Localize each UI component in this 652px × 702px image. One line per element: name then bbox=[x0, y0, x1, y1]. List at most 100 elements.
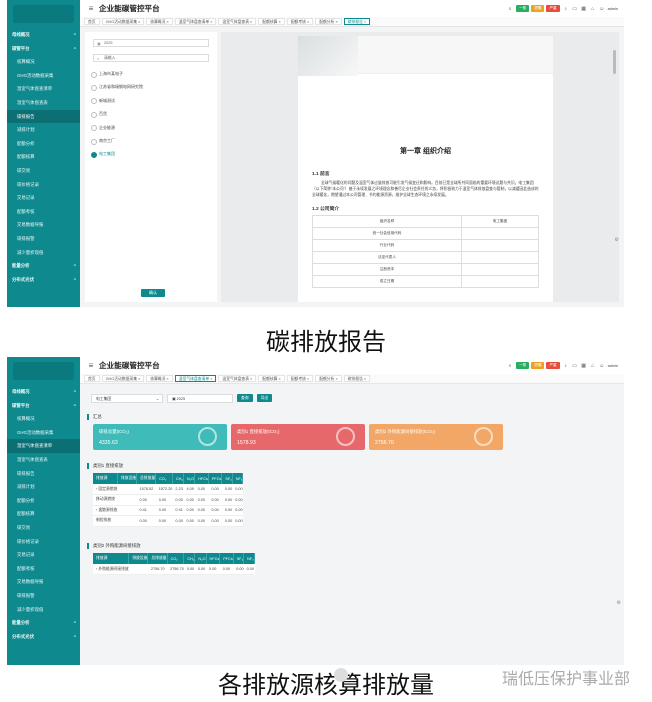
sidebar-item[interactable]: 减排计划 bbox=[7, 480, 80, 494]
menu-toggle-icon[interactable]: ≡ bbox=[86, 4, 96, 14]
tab[interactable]: GHG活动数据采集 × bbox=[101, 375, 145, 382]
org-item[interactable]: 百货 bbox=[85, 107, 217, 120]
lock-icon[interactable]: ⌂ bbox=[590, 6, 596, 12]
sidebar-item[interactable]: 配额分析 bbox=[7, 137, 80, 151]
sidebar-item[interactable]: 碳价格记录 bbox=[7, 178, 80, 192]
sidebar-item[interactable]: 配额考核 bbox=[7, 205, 80, 219]
tab[interactable]: 碳排报告 × bbox=[343, 375, 371, 382]
sidebar-item[interactable]: 交易数据导报 bbox=[7, 575, 80, 589]
org-item[interactable]: 新城测试 bbox=[85, 94, 217, 107]
settings-icon[interactable]: ⚙ bbox=[617, 600, 621, 606]
table-row[interactable]: 制程排放 0.00 0.00 0.00 0.00 0.00 0.00 0.00 0.00 bbox=[93, 515, 243, 527]
alarm-badge[interactable]: 一般 bbox=[516, 362, 530, 369]
alarm-badge[interactable]: 提醒 bbox=[531, 362, 545, 369]
sidebar-item[interactable]: 交易数据导报 bbox=[7, 218, 80, 232]
sidebar-item[interactable]: 碳价格记录 bbox=[7, 535, 80, 549]
tab[interactable]: 核算概况 × bbox=[146, 18, 173, 25]
search-icon[interactable]: ⌕ bbox=[507, 363, 513, 369]
monitor-icon[interactable]: ▭ bbox=[572, 363, 578, 369]
sidebar-item[interactable]: 碳管平台 bbox=[7, 42, 80, 56]
sidebar-item[interactable]: 温室气体盘查清单 bbox=[7, 439, 80, 453]
sidebar-item[interactable]: 减少量折现值 bbox=[7, 246, 80, 260]
org-item[interactable]: 企业能源 bbox=[85, 121, 217, 134]
sound-icon[interactable]: ♪ bbox=[563, 6, 569, 12]
year-picker[interactable]: ▣ 2025 bbox=[93, 39, 209, 47]
sidebar-item[interactable]: 分布式光伏 bbox=[7, 630, 80, 644]
tab[interactable]: 配额核算 × bbox=[258, 18, 285, 25]
sidebar-item[interactable]: 碳交易 bbox=[7, 521, 80, 535]
sidebar-item[interactable]: 碳排报警 bbox=[7, 232, 80, 246]
sidebar-item[interactable]: 碳排报告 bbox=[7, 467, 80, 481]
username[interactable]: admin bbox=[608, 7, 618, 11]
grid-icon[interactable]: ▦ bbox=[581, 363, 587, 369]
user-icon[interactable]: ☺ bbox=[599, 363, 605, 369]
sidebar-item[interactable]: 减少量折现值 bbox=[7, 603, 80, 617]
table-row[interactable]: › 逸散源排放 0.41 0.00 0.41 0.00 0.00 0.00 0.00 0.00 bbox=[93, 505, 243, 516]
org-search-input[interactable]: ⌕ 请输入 bbox=[93, 54, 209, 62]
sidebar-item[interactable]: 碳交易 bbox=[7, 164, 80, 178]
grid-icon[interactable]: ▦ bbox=[581, 6, 587, 12]
sidebar-item[interactable]: 配额核算 bbox=[7, 150, 80, 164]
tab[interactable]: 温室气体盘查表 × bbox=[218, 375, 257, 382]
sidebar-item[interactable]: 碳排报告 bbox=[7, 109, 80, 124]
tab[interactable]: 配额核算 × bbox=[258, 375, 285, 382]
sidebar-item[interactable]: 温室气体盘查表 bbox=[7, 453, 80, 467]
sidebar-item[interactable]: 核算概况 bbox=[7, 412, 80, 426]
table-row[interactable]: 移动源燃烧 0.00 0.00 0.00 0.00 0.00 0.00 0.00 0.00 bbox=[93, 494, 243, 506]
scrollbar[interactable] bbox=[613, 50, 616, 74]
tab[interactable]: GHG活动数据采集 × bbox=[101, 18, 145, 25]
table-row[interactable]: › 固定源燃烧 1578.52 1572.20 2.23 4.09 0.00 0.00 0.0… bbox=[93, 484, 243, 495]
sidebar-item[interactable]: 能量分析 bbox=[7, 259, 80, 273]
org-item[interactable]: 电工集团 bbox=[85, 147, 217, 160]
export-button[interactable]: 导出 bbox=[256, 394, 273, 402]
tab[interactable]: 首页 bbox=[84, 375, 100, 382]
sidebar-item[interactable]: 母线概况 bbox=[7, 28, 80, 42]
sidebar-item[interactable]: 配额核算 bbox=[7, 507, 80, 521]
sound-icon[interactable]: ♪ bbox=[563, 363, 569, 369]
username[interactable]: admin bbox=[608, 364, 618, 368]
tab[interactable]: 温室气体盘查清单 × bbox=[174, 18, 217, 25]
sidebar-item[interactable]: 温室气体盘查表 bbox=[7, 96, 80, 110]
org-item[interactable]: 上海市某电子 bbox=[85, 67, 217, 80]
alarm-badge[interactable]: 一般 bbox=[516, 5, 530, 12]
sidebar-item[interactable]: 交易记录 bbox=[7, 191, 80, 205]
org-select[interactable]: 电工集团 ⌄ bbox=[91, 393, 163, 403]
sidebar-item[interactable]: 母线概况 bbox=[7, 385, 80, 399]
tab[interactable]: 配额考核 × bbox=[286, 375, 314, 382]
search-icon[interactable]: ⌕ bbox=[507, 6, 513, 12]
alarm-badge[interactable]: 严重 bbox=[546, 5, 560, 12]
org-item[interactable]: 南京工厂 bbox=[85, 134, 217, 147]
sidebar-item[interactable]: GHG活动数据采集 bbox=[7, 426, 80, 440]
monitor-icon[interactable]: ▭ bbox=[572, 6, 578, 12]
confirm-button[interactable]: 确认 bbox=[141, 289, 165, 297]
settings-icon[interactable]: ⚙ bbox=[615, 237, 619, 243]
sidebar-item[interactable]: 碳排报警 bbox=[7, 589, 80, 603]
tab[interactable]: 配额考核 × bbox=[286, 18, 314, 25]
sidebar-item[interactable]: 碳管平台 bbox=[7, 399, 80, 413]
sidebar-item[interactable]: 分布式光伏 bbox=[7, 273, 80, 287]
tab[interactable]: 首页 bbox=[84, 18, 100, 25]
sidebar-item[interactable]: 配额分析 bbox=[7, 494, 80, 508]
tab[interactable]: 温室气体盘查清单 × bbox=[174, 375, 217, 382]
sidebar-item[interactable]: 能量分析 bbox=[7, 616, 80, 630]
menu-toggle-icon[interactable]: ≡ bbox=[86, 361, 96, 371]
tab[interactable]: 配额分析 × bbox=[315, 18, 342, 25]
sidebar-item[interactable]: 交易记录 bbox=[7, 548, 80, 562]
user-icon[interactable]: ☺ bbox=[599, 6, 605, 12]
year-picker[interactable]: ▣ 2025 bbox=[167, 393, 233, 403]
alarm-badge[interactable]: 提醒 bbox=[531, 5, 545, 12]
sidebar-item[interactable]: GHG活动数据采集 bbox=[7, 69, 80, 83]
sidebar-item[interactable]: 核算概况 bbox=[7, 55, 80, 69]
tab[interactable]: 配额分析 × bbox=[315, 375, 342, 382]
tab[interactable]: 核算概况 × bbox=[146, 375, 173, 382]
sidebar-item[interactable]: 减排计划 bbox=[7, 123, 80, 137]
tab[interactable]: 温室气体盘查表 × bbox=[218, 18, 257, 25]
org-item[interactable]: 江苏省和瑞钢电网研究院 bbox=[85, 80, 217, 93]
lock-icon[interactable]: ⌂ bbox=[590, 363, 596, 369]
sidebar-item[interactable]: 温室气体盘查清单 bbox=[7, 82, 80, 96]
query-button[interactable]: 查询 bbox=[237, 394, 253, 402]
table-row[interactable]: › 外购能源间接排放 2756.70 2756.70 0.00 0.00 0.00 0.00… bbox=[93, 564, 255, 575]
tab[interactable]: 碳排报告 × bbox=[343, 18, 371, 25]
sidebar-item[interactable]: 配额考核 bbox=[7, 562, 80, 576]
alarm-badge[interactable]: 严重 bbox=[546, 362, 560, 369]
